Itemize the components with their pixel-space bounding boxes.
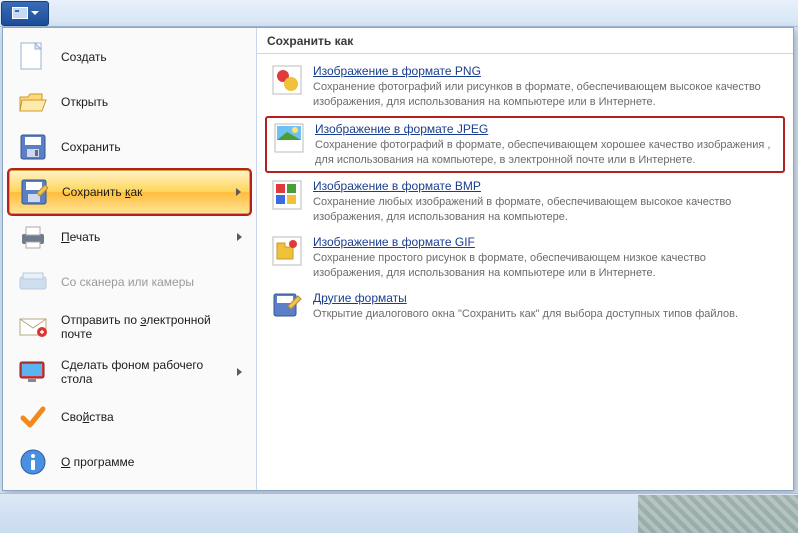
menu-item-open[interactable]: Открыть: [9, 80, 250, 124]
format-title: Изображение в формате JPEG: [315, 122, 777, 136]
file-menu-left: Создать Открыть Сохранить Сохранить как: [3, 28, 257, 490]
menu-item-print[interactable]: Печать: [9, 215, 250, 259]
menu-item-label: О программе: [61, 455, 242, 469]
menu-item-label: Открыть: [61, 95, 242, 109]
desktop-icon: [17, 356, 49, 388]
submenu-header: Сохранить как: [257, 28, 793, 54]
bmp-icon: [271, 179, 303, 211]
new-doc-icon: [17, 41, 49, 73]
email-icon: [17, 311, 49, 343]
png-icon: [271, 64, 303, 96]
format-desc: Сохранение фотографий в формате, обеспеч…: [315, 138, 777, 168]
menu-item-label: Сохранить: [61, 140, 242, 154]
format-title: Другие форматы: [313, 291, 779, 305]
taskbar-fragment: [638, 495, 798, 533]
menu-item-about[interactable]: О программе: [9, 440, 250, 484]
gif-icon: [271, 235, 303, 267]
chevron-down-icon: [31, 11, 39, 15]
app-menu-button[interactable]: [1, 1, 49, 26]
menu-item-save[interactable]: Сохранить: [9, 125, 250, 169]
chevron-right-icon: [237, 233, 242, 241]
title-bar: [0, 0, 798, 27]
menu-item-label: Со сканера или камеры: [61, 275, 242, 289]
format-item-png[interactable]: Изображение в формате PNG Сохранение фот…: [265, 60, 785, 114]
print-icon: [17, 221, 49, 253]
chevron-right-icon: [237, 368, 242, 376]
other-formats-icon: [271, 291, 303, 323]
menu-item-label: Сохранить как: [62, 185, 224, 199]
format-desc: Сохранение простого рисунок в формате, о…: [313, 251, 779, 281]
menu-item-properties[interactable]: Свойства: [9, 395, 250, 439]
format-desc: Открытие диалогового окна "Сохранить как…: [313, 307, 779, 322]
format-item-other[interactable]: Другие форматы Открытие диалогового окна…: [265, 287, 785, 327]
menu-item-label: Отправить по электронной почте: [61, 313, 242, 341]
menu-item-save-as[interactable]: Сохранить как: [9, 170, 250, 214]
menu-item-desktop-bg[interactable]: Сделать фоном рабочего стола: [9, 350, 250, 394]
file-menu-dropdown: Создать Открыть Сохранить Сохранить как: [2, 27, 794, 491]
format-title: Изображение в формате BMP: [313, 179, 779, 193]
format-item-jpeg[interactable]: Изображение в формате JPEG Сохранение фо…: [265, 116, 785, 174]
menu-item-new[interactable]: Создать: [9, 35, 250, 79]
format-title: Изображение в формате PNG: [313, 64, 779, 78]
window-bottom-strip: [0, 493, 798, 533]
save-as-submenu: Сохранить как Изображение в формате PNG …: [257, 28, 793, 490]
save-as-icon: [18, 176, 50, 208]
format-item-bmp[interactable]: Изображение в формате BMP Сохранение люб…: [265, 175, 785, 229]
paint-app-icon: [12, 7, 28, 19]
check-icon: [17, 401, 49, 433]
save-icon: [17, 131, 49, 163]
folder-open-icon: [17, 86, 49, 118]
format-title: Изображение в формате GIF: [313, 235, 779, 249]
menu-item-label: Свойства: [61, 410, 242, 424]
format-desc: Сохранение любых изображений в формате, …: [313, 195, 779, 225]
format-desc: Сохранение фотографий или рисунков в фор…: [313, 80, 779, 110]
menu-item-scanner: Со сканера или камеры: [9, 260, 250, 304]
format-item-gif[interactable]: Изображение в формате GIF Сохранение про…: [265, 231, 785, 285]
menu-item-label: Сделать фоном рабочего стола: [61, 358, 225, 386]
jpeg-icon: [273, 122, 305, 154]
menu-item-label: Создать: [61, 50, 242, 64]
chevron-right-icon: [236, 188, 241, 196]
menu-item-label: Печать: [61, 230, 225, 244]
info-icon: [17, 446, 49, 478]
submenu-body: Изображение в формате PNG Сохранение фот…: [257, 54, 793, 335]
menu-item-email[interactable]: Отправить по электронной почте: [9, 305, 250, 349]
scanner-icon: [17, 266, 49, 298]
